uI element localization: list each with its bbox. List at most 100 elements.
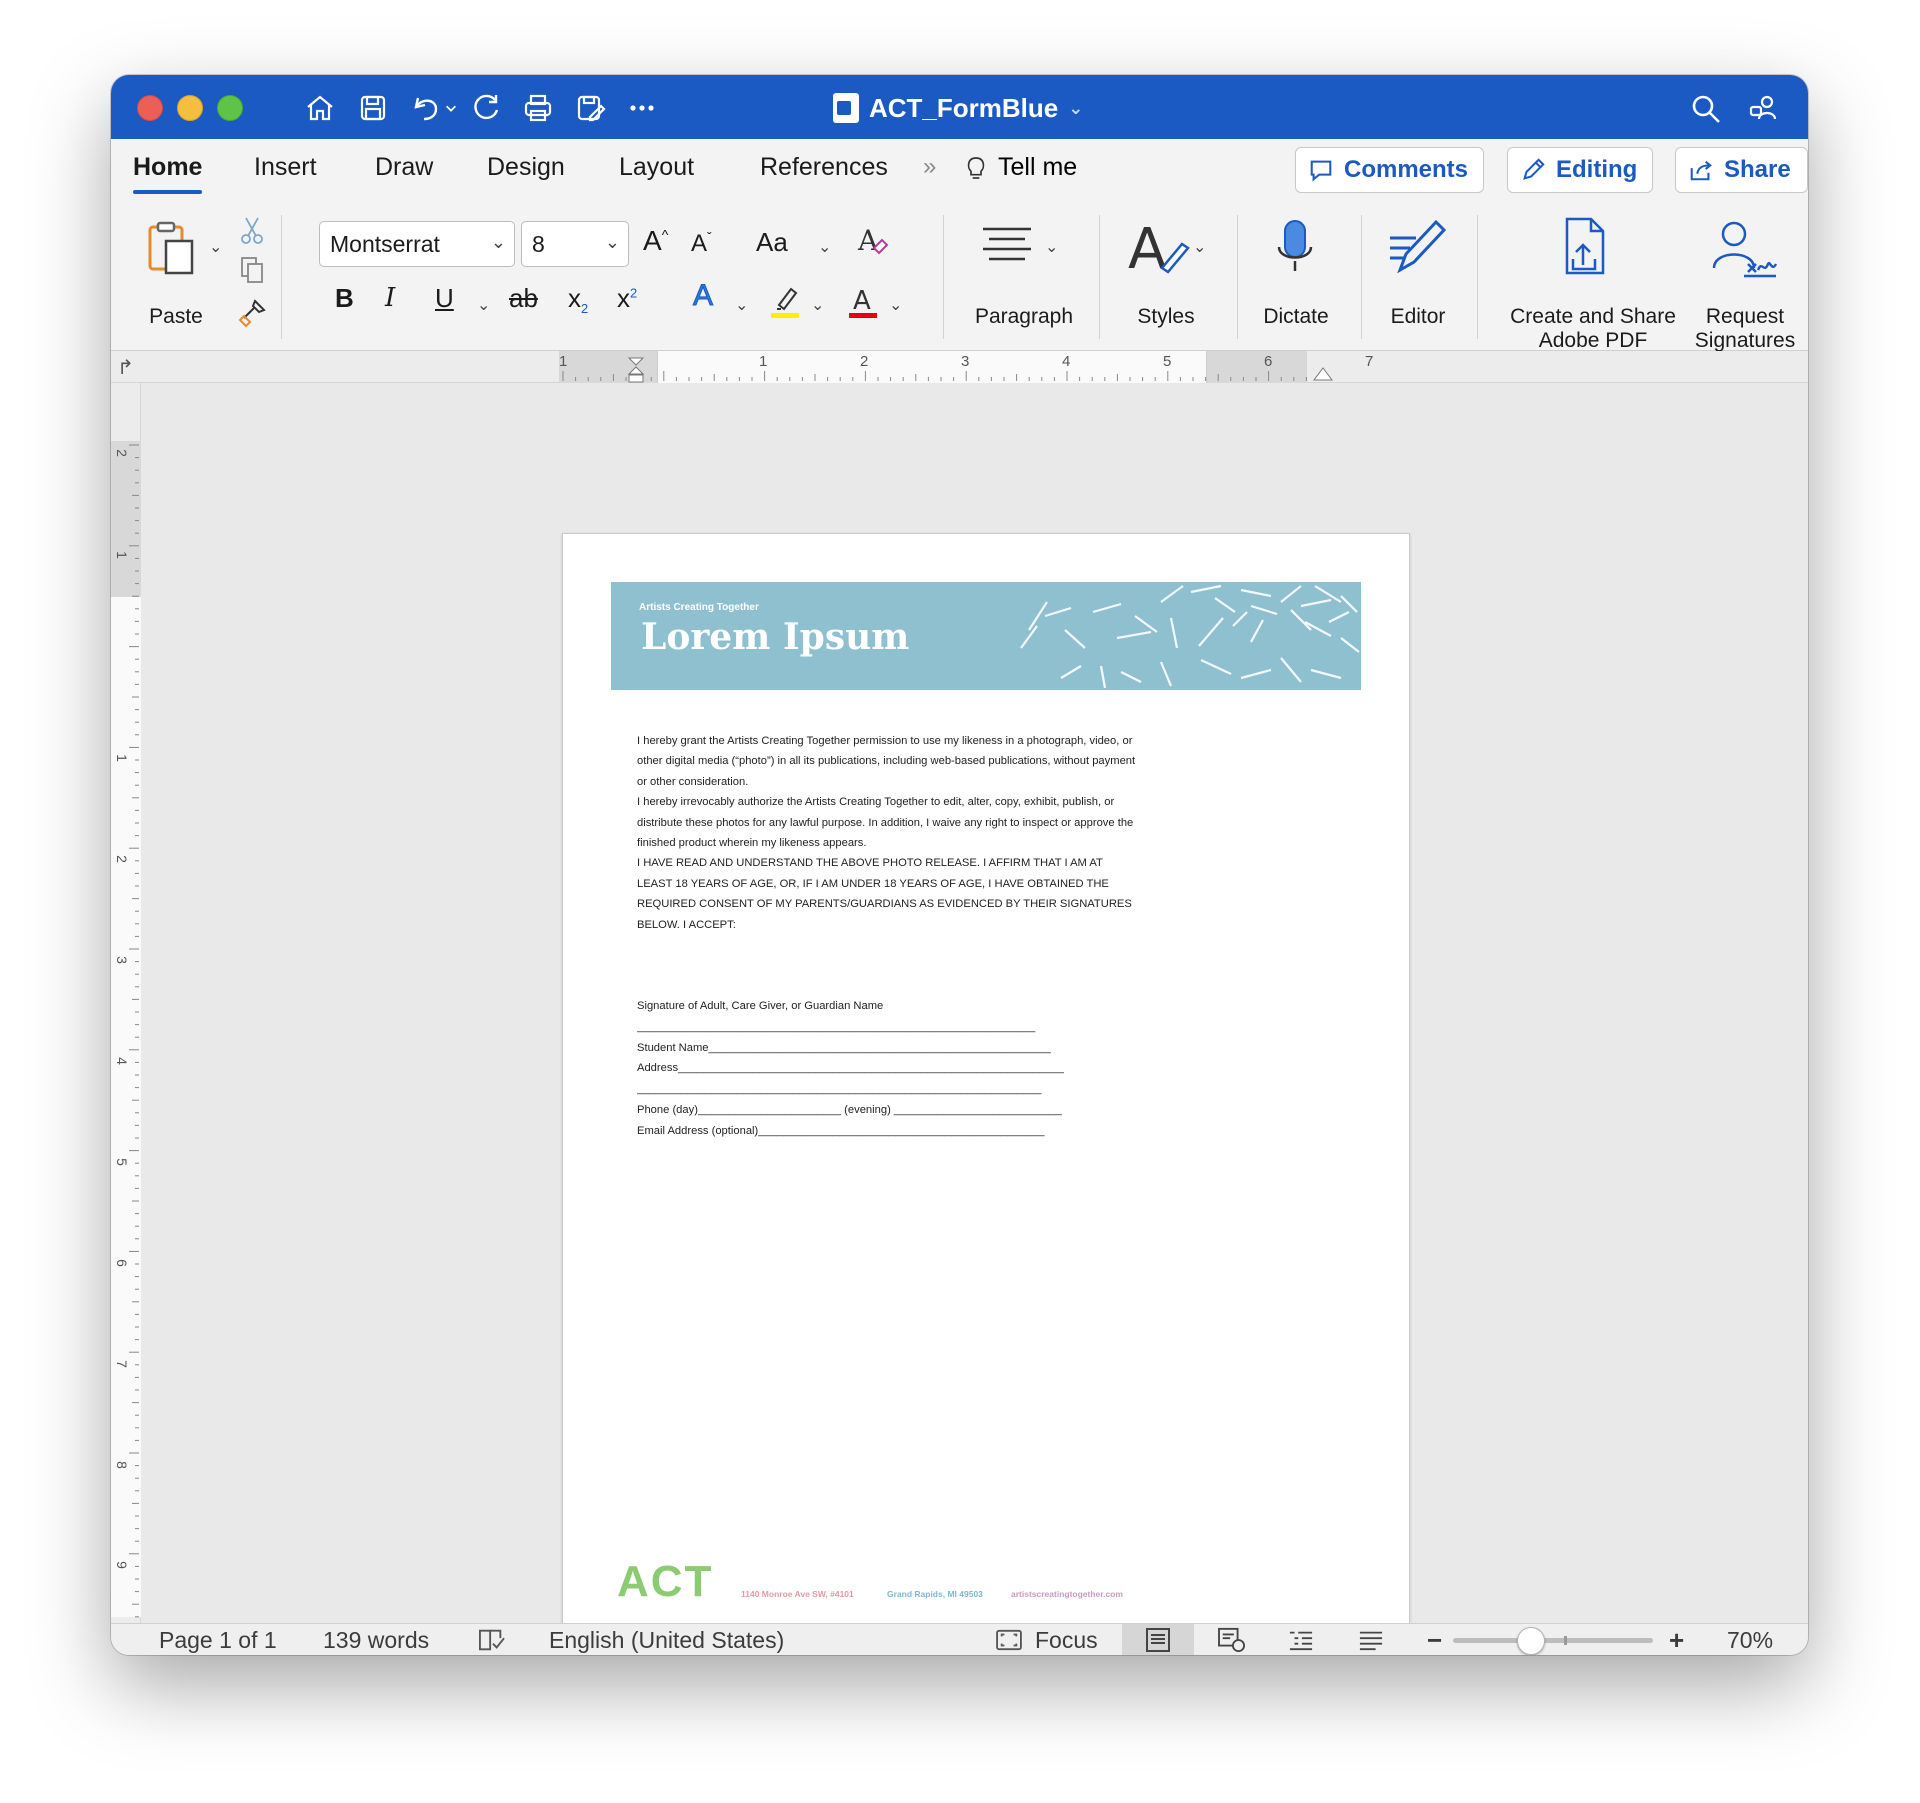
request-signatures-label[interactable]: Request Signatures: [1689, 305, 1801, 353]
address-line: Address_________________________________…: [637, 1062, 1064, 1075]
proofing-icon[interactable]: [477, 1624, 507, 1655]
close-window-button[interactable]: [137, 95, 163, 121]
more-options-icon[interactable]: [623, 89, 661, 127]
subscript-icon[interactable]: x2: [568, 283, 588, 316]
highlight-chevron-icon[interactable]: ⌄: [811, 295, 824, 315]
zoom-slider-knob[interactable]: [1517, 1627, 1545, 1655]
right-indent-marker-icon[interactable]: [1313, 367, 1333, 383]
outline-view-icon[interactable]: [1287, 1624, 1315, 1655]
banner-kicker: Artists Creating Together: [639, 602, 759, 613]
redo-icon[interactable]: [467, 89, 505, 127]
zoom-in-icon[interactable]: +: [1669, 1624, 1684, 1655]
share-button[interactable]: Share: [1675, 147, 1808, 193]
styles-chevron-icon[interactable]: ⌄: [1193, 237, 1206, 257]
font-name-chevron-icon[interactable]: ⌄: [491, 232, 506, 253]
search-icon[interactable]: [1686, 89, 1726, 129]
more-tabs-chevron-icon[interactable]: »: [923, 153, 936, 181]
change-case-chevron-icon[interactable]: ⌄: [818, 237, 831, 257]
editing-button[interactable]: Editing: [1507, 147, 1653, 193]
format-painter-icon[interactable]: [235, 295, 269, 331]
document-page[interactable]: Artists Creating Together Lorem Ipsum I …: [562, 533, 1410, 1628]
save-icon[interactable]: [354, 89, 392, 127]
bold-icon[interactable]: B: [335, 283, 354, 314]
print-icon[interactable]: [519, 89, 557, 127]
editor-label[interactable]: Editor: [1373, 305, 1463, 329]
document-title[interactable]: ACT_FormBlue ⌄: [833, 91, 1083, 125]
comments-button[interactable]: Comments: [1295, 147, 1484, 193]
create-pdf-label[interactable]: Create and Share Adobe PDF: [1495, 305, 1691, 353]
tab-draw[interactable]: Draw: [375, 153, 433, 182]
styles-icon[interactable]: A: [1123, 215, 1193, 281]
undo-dropdown-chevron-icon[interactable]: [441, 89, 461, 127]
request-signatures-icon[interactable]: [1707, 213, 1779, 281]
copy-icon[interactable]: [237, 253, 267, 287]
focus-button[interactable]: Focus: [995, 1624, 1098, 1655]
draft-view-icon[interactable]: [1357, 1624, 1385, 1655]
language[interactable]: English (United States): [549, 1624, 784, 1655]
text-effects-chevron-icon[interactable]: ⌄: [735, 295, 748, 315]
font-size-combo[interactable]: 8 ⌄: [521, 221, 629, 267]
tell-me-search[interactable]: Tell me: [966, 153, 1077, 182]
paste-label[interactable]: Paste: [141, 305, 211, 329]
paragraph-chevron-icon[interactable]: ⌄: [1045, 237, 1058, 257]
change-case-button[interactable]: Aa: [756, 227, 788, 258]
shrink-font-icon[interactable]: Aˇ: [691, 229, 712, 258]
tab-design[interactable]: Design: [487, 153, 565, 182]
superscript-icon[interactable]: x2: [617, 283, 637, 314]
dictate-label[interactable]: Dictate: [1251, 305, 1341, 329]
zoom-level[interactable]: 70%: [1727, 1624, 1773, 1655]
word-count[interactable]: 139 words: [323, 1624, 429, 1655]
undo-icon[interactable]: [407, 89, 445, 127]
page-count[interactable]: Page 1 of 1: [159, 1624, 277, 1655]
ribbon-separator: [1477, 215, 1478, 339]
vruler-number: 6: [113, 1259, 130, 1267]
tab-references[interactable]: References: [760, 153, 888, 182]
font-color-chevron-icon[interactable]: ⌄: [889, 295, 902, 315]
text-effects-icon[interactable]: A: [692, 279, 713, 313]
zoom-window-button[interactable]: [217, 95, 243, 121]
paragraph-label[interactable]: Paragraph: [959, 305, 1089, 329]
font-size-chevron-icon[interactable]: ⌄: [605, 232, 620, 253]
indent-marker-icon[interactable]: [627, 357, 645, 383]
underline-chevron-icon[interactable]: ⌄: [477, 295, 490, 315]
paragraph-align-icon[interactable]: [975, 217, 1039, 275]
horizontal-ruler[interactable]: ↱ 1 1 2 3 4 5 6 7: [111, 351, 1808, 383]
tab-stop-selector-icon[interactable]: ↱: [117, 355, 134, 380]
create-pdf-icon[interactable]: [1557, 213, 1617, 281]
comments-label: Comments: [1344, 156, 1469, 183]
editor-pen-icon[interactable]: [1383, 213, 1453, 281]
tab-layout[interactable]: Layout: [619, 153, 694, 182]
font-name-combo[interactable]: Montserrat ⌄: [319, 221, 515, 267]
styles-label[interactable]: Styles: [1121, 305, 1211, 329]
paste-clipboard-icon[interactable]: [141, 217, 207, 281]
cut-scissors-icon[interactable]: [237, 213, 267, 247]
ruler-number: 6: [1264, 353, 1273, 370]
web-layout-view-icon[interactable]: [1217, 1624, 1247, 1655]
grow-font-icon[interactable]: A^: [643, 225, 668, 257]
vertical-ruler[interactable]: 2 1 1 2 3 4 5 6 7 8 9: [111, 383, 141, 1623]
clear-formatting-icon[interactable]: A: [853, 221, 893, 261]
minimize-window-button[interactable]: [177, 95, 203, 121]
body-text[interactable]: I hereby grant the Artists Creating Toge…: [637, 731, 1137, 935]
phone-line: Phone (day)_______________________ (even…: [637, 1103, 1062, 1116]
zoom-slider-track[interactable]: [1453, 1638, 1653, 1643]
paste-chevron-icon[interactable]: ⌄: [209, 237, 222, 257]
change-case-label: Aa: [756, 227, 788, 257]
signature-label: Signature of Adult, Care Giver, or Guard…: [637, 1000, 884, 1012]
underline-icon[interactable]: U: [435, 283, 454, 314]
home-icon[interactable]: [301, 89, 339, 127]
microphone-icon[interactable]: [1267, 211, 1323, 283]
strikethrough-icon[interactable]: ab: [509, 283, 538, 314]
font-color-icon[interactable]: A: [845, 281, 881, 321]
zoom-out-icon[interactable]: −: [1427, 1624, 1442, 1655]
focus-icon: [996, 1629, 1022, 1651]
ribbon-separator: [281, 215, 282, 339]
save-as-edit-icon[interactable]: [571, 89, 609, 127]
highlight-icon[interactable]: [767, 281, 803, 321]
italic-icon[interactable]: I: [385, 283, 395, 313]
tab-insert[interactable]: Insert: [254, 153, 317, 182]
collaborate-icon[interactable]: [1743, 89, 1783, 129]
print-layout-view-icon[interactable]: [1144, 1624, 1172, 1655]
tab-home[interactable]: Home: [133, 153, 203, 194]
signature-form[interactable]: Signature of Adult, Care Giver, or Guard…: [637, 996, 1067, 1142]
